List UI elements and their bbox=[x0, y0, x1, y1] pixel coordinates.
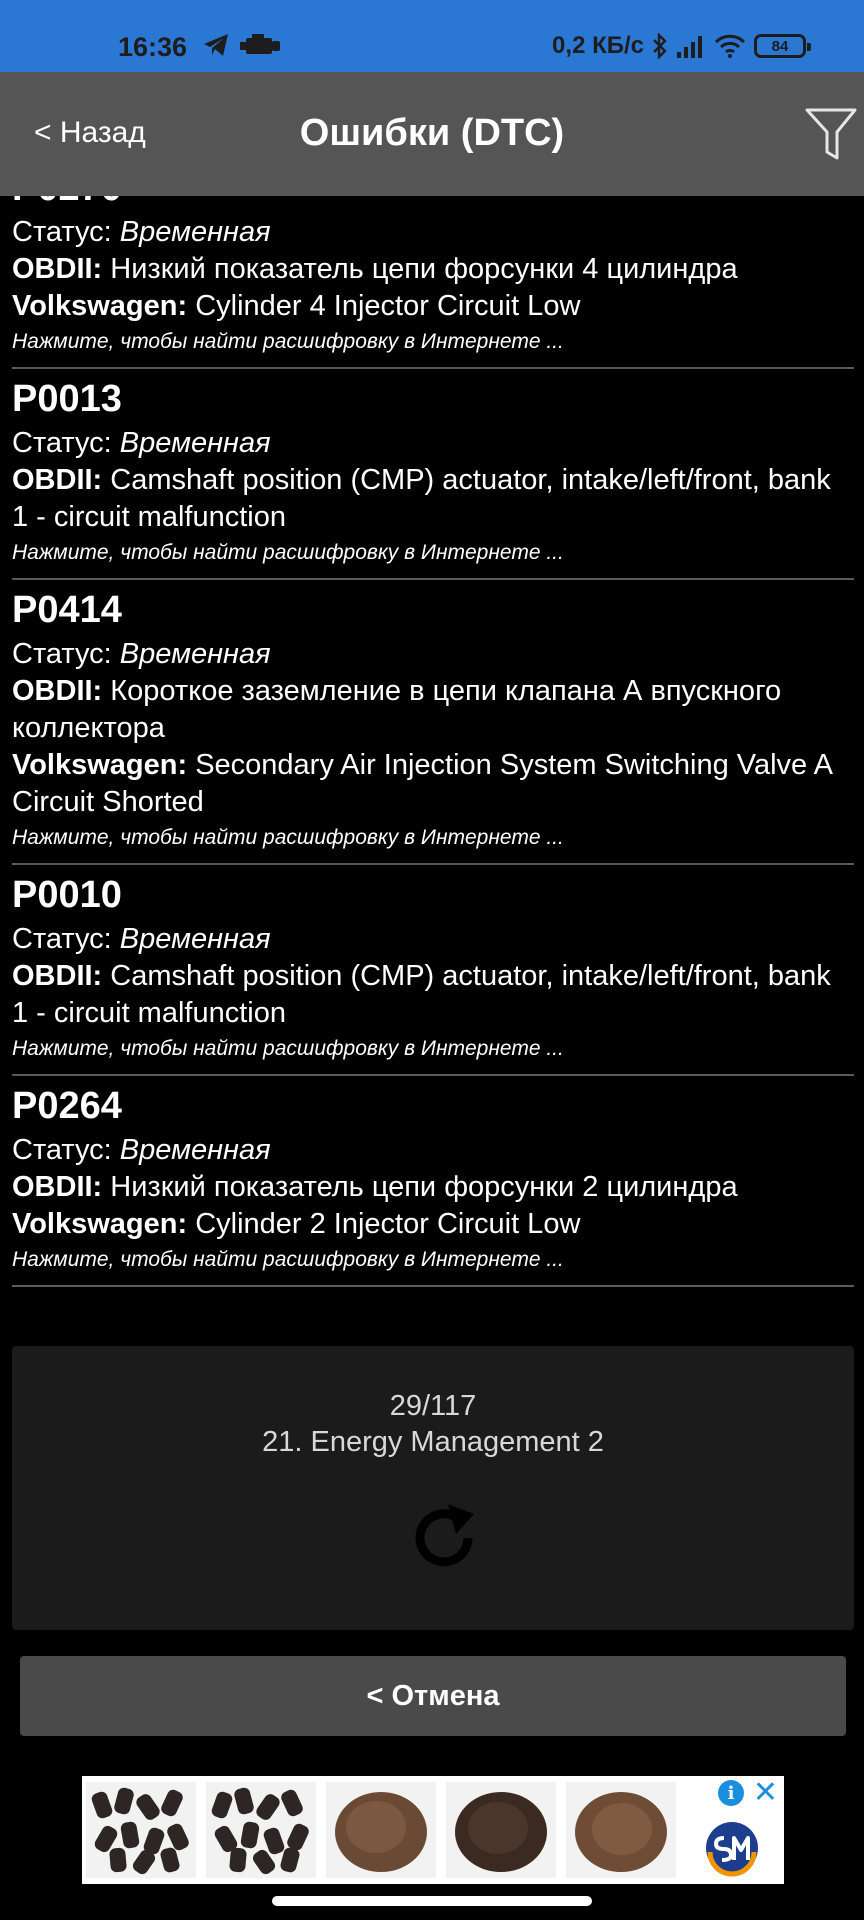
notification-icons bbox=[202, 32, 280, 58]
system-status: 0,2 КБ/с 84 bbox=[552, 32, 811, 60]
obd-text: Camshaft position (CMP) actuator, intake… bbox=[12, 960, 831, 1029]
status-label: Статус: bbox=[12, 638, 112, 670]
app-bar: < Назад Ошибки (DTC) bbox=[0, 72, 864, 196]
dtc-status: Статус: Временная bbox=[12, 1132, 854, 1169]
refresh-icon bbox=[415, 1504, 474, 1567]
home-indicator[interactable] bbox=[272, 1896, 592, 1906]
maker-label: Volkswagen: bbox=[12, 1208, 188, 1240]
ad-image-pellets[interactable] bbox=[86, 1782, 196, 1878]
cancel-button[interactable]: < Отмена bbox=[20, 1656, 846, 1736]
maker-label: Volkswagen: bbox=[12, 290, 188, 322]
status-bar: 16:36 0,2 КБ/с 84 bbox=[0, 0, 864, 72]
status-label: Статус: bbox=[12, 216, 112, 248]
ad-image-powder[interactable] bbox=[566, 1782, 676, 1878]
status-label: Статус: bbox=[12, 923, 112, 955]
dtc-item[interactable]: P0270 Статус: Временная OBDII: Низкий по… bbox=[12, 196, 854, 369]
maker-text: Cylinder 2 Injector Circuit Low bbox=[195, 1208, 581, 1240]
obd-description: OBDII: Низкий показатель цепи форсунки 2… bbox=[12, 1169, 854, 1206]
dtc-status: Статус: Временная bbox=[12, 425, 854, 462]
maker-label: Volkswagen: bbox=[12, 749, 188, 781]
scan-progress-panel: 29/117 21. Energy Management 2 bbox=[12, 1346, 854, 1630]
search-hint-link[interactable]: Нажмите, чтобы найти расшифровку в Интер… bbox=[12, 538, 854, 568]
obd-label: OBDII: bbox=[12, 253, 103, 285]
progress-counter: 29/117 bbox=[389, 1390, 477, 1422]
ad-image-powder[interactable] bbox=[326, 1782, 436, 1878]
obd-description: OBDII: Camshaft position (CMP) actuator,… bbox=[12, 462, 854, 536]
dtc-item[interactable]: P0264 Статус: Временная OBDII: Низкий по… bbox=[12, 1076, 854, 1287]
ad-image-pellets[interactable] bbox=[206, 1782, 316, 1878]
ad-banner[interactable]: i ✕ bbox=[82, 1776, 784, 1884]
filter-icon[interactable] bbox=[804, 106, 858, 162]
dtc-status: Статус: Временная bbox=[12, 636, 854, 673]
obd-label: OBDII: bbox=[12, 675, 103, 707]
obd-label: OBDII: bbox=[12, 960, 103, 992]
obd-label: OBDII: bbox=[12, 464, 103, 496]
dtc-status: Статус: Временная bbox=[12, 214, 854, 251]
page-title: Ошибки (DTC) bbox=[299, 112, 565, 154]
dtc-code: P0270 bbox=[12, 196, 854, 210]
signal-icon bbox=[677, 36, 702, 58]
status-value: Временная bbox=[119, 427, 271, 459]
dtc-item[interactable]: P0414 Статус: Временная OBDII: Короткое … bbox=[12, 580, 854, 865]
dtc-code: P0013 bbox=[12, 378, 122, 420]
ad-image-powder[interactable] bbox=[446, 1782, 556, 1878]
maker-text: Cylinder 4 Injector Circuit Low bbox=[195, 290, 581, 322]
dtc-item[interactable]: P0013 Статус: Временная OBDII: Camshaft … bbox=[12, 369, 854, 580]
close-icon[interactable]: ✕ bbox=[753, 1776, 778, 1810]
dtc-list[interactable]: P0270 Статус: Временная OBDII: Низкий по… bbox=[12, 196, 854, 1334]
status-value: Временная bbox=[119, 1134, 271, 1166]
status-value: Временная bbox=[119, 638, 271, 670]
dtc-code: P0414 bbox=[12, 589, 122, 631]
obd-description: OBDII: Низкий показатель цепи форсунки 4… bbox=[12, 251, 854, 288]
search-hint-link[interactable]: Нажмите, чтобы найти расшифровку в Интер… bbox=[12, 1034, 854, 1064]
obd-text: Camshaft position (CMP) actuator, intake… bbox=[12, 464, 831, 533]
obd-text: Короткое заземление в цепи клапана А впу… bbox=[12, 675, 782, 744]
search-hint-link[interactable]: Нажмите, чтобы найти расшифровку в Интер… bbox=[12, 1245, 854, 1275]
info-icon[interactable]: i bbox=[718, 1780, 744, 1806]
car-engine-icon bbox=[240, 34, 280, 54]
maker-description: Volkswagen: Secondary Air Injection Syst… bbox=[12, 747, 854, 821]
bluetooth-icon bbox=[653, 33, 667, 59]
telegram-icon bbox=[204, 34, 228, 56]
current-module: 21. Energy Management 2 bbox=[262, 1426, 604, 1458]
maker-description: Volkswagen: Cylinder 4 Injector Circuit … bbox=[12, 288, 854, 325]
battery-icon: 84 bbox=[754, 34, 811, 58]
dtc-code: P0010 bbox=[12, 874, 122, 916]
status-label: Статус: bbox=[12, 1134, 112, 1166]
status-value: Временная bbox=[119, 923, 271, 955]
dtc-code: P0264 bbox=[12, 1085, 122, 1127]
obd-description: OBDII: Короткое заземление в цепи клапан… bbox=[12, 673, 854, 747]
maker-description: Volkswagen: Cylinder 2 Injector Circuit … bbox=[12, 1206, 854, 1243]
obd-text: Низкий показатель цепи форсунки 4 цилинд… bbox=[110, 253, 738, 285]
search-hint-link[interactable]: Нажмите, чтобы найти расшифровку в Интер… bbox=[12, 823, 854, 853]
status-value: Временная bbox=[119, 216, 271, 248]
advertiser-logo[interactable] bbox=[702, 1818, 762, 1878]
clock: 16:36 bbox=[118, 32, 188, 62]
battery-level: 84 bbox=[771, 37, 789, 55]
net-speed: 0,2 КБ/с bbox=[552, 32, 644, 59]
wifi-icon bbox=[714, 34, 746, 58]
obd-text: Низкий показатель цепи форсунки 2 цилинд… bbox=[110, 1171, 738, 1203]
obd-description: OBDII: Camshaft position (CMP) actuator,… bbox=[12, 958, 854, 1032]
status-label: Статус: bbox=[12, 427, 112, 459]
dtc-status: Статус: Временная bbox=[12, 921, 854, 958]
dtc-item[interactable]: P0010 Статус: Временная OBDII: Camshaft … bbox=[12, 865, 854, 1076]
obd-label: OBDII: bbox=[12, 1171, 103, 1203]
search-hint-link[interactable]: Нажмите, чтобы найти расшифровку в Интер… bbox=[12, 327, 854, 357]
